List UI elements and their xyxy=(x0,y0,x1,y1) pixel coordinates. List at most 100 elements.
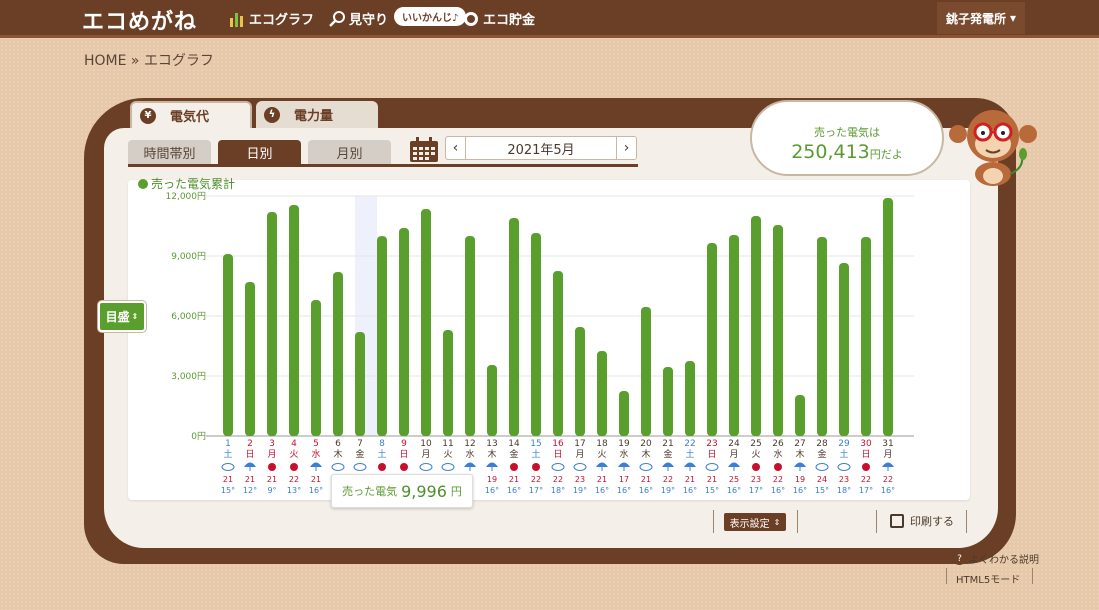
nav-eco-graph-label: エコグラフ xyxy=(249,13,315,28)
chart-bar xyxy=(289,205,299,436)
bubble-suffix: 円だよ xyxy=(869,148,903,161)
x-tick-day: 8 xyxy=(379,439,385,449)
next-month-button[interactable]: › xyxy=(616,137,636,159)
x-tick-weekday: 木 xyxy=(795,448,804,460)
chart-bar xyxy=(421,209,431,436)
umbrella-icon xyxy=(794,462,806,467)
divider xyxy=(1032,568,1033,584)
nav-mimamori-label: 見守り xyxy=(349,13,389,28)
nav-mimamori[interactable]: 見守り xyxy=(328,9,388,28)
cloud-icon xyxy=(419,463,433,471)
x-tick-day: 1 xyxy=(225,439,231,449)
x-tick-day: 2 xyxy=(247,439,253,449)
chart-bar xyxy=(751,216,761,436)
nav-eco-savings-label: エコ貯金 xyxy=(483,13,536,28)
cloud-icon xyxy=(639,463,653,471)
x-tick-day: 25 xyxy=(750,439,761,449)
high-temp: 21 xyxy=(509,475,519,484)
y-tick-label: 3,000円 xyxy=(171,371,206,382)
x-tick-weekday: 土 xyxy=(531,448,540,460)
high-temp: 22 xyxy=(663,475,673,484)
x-tick-day: 6 xyxy=(335,439,341,449)
tooltip-unit: 円 xyxy=(450,485,462,498)
low-temp: 15° xyxy=(221,486,235,495)
high-temp: 19 xyxy=(795,475,805,484)
x-tick-day: 3 xyxy=(269,439,275,449)
chart-bar xyxy=(707,243,717,436)
chart-bar xyxy=(245,282,255,436)
x-tick-weekday: 日 xyxy=(707,449,716,460)
y-tick-label: 6,000円 xyxy=(171,311,206,322)
tab-daily[interactable]: 日別 xyxy=(218,140,301,164)
nav-eco-graph[interactable]: エコグラフ xyxy=(228,9,314,28)
low-temp: 16° xyxy=(595,486,609,495)
x-tick-day: 7 xyxy=(357,439,363,449)
umbrella-icon xyxy=(464,462,476,467)
prev-month-button[interactable]: ‹ xyxy=(446,137,466,159)
x-tick-day: 16 xyxy=(552,439,564,449)
low-temp: 16° xyxy=(683,486,697,495)
high-temp: 21 xyxy=(267,475,277,484)
html5-mode-link[interactable]: HTML5モード xyxy=(956,571,1020,586)
umbrella-icon xyxy=(310,462,322,467)
umbrella-icon xyxy=(618,462,630,467)
low-temp: 12° xyxy=(243,486,257,495)
calendar-icon[interactable] xyxy=(409,137,439,163)
month-selector: ‹ 2021年5月 › xyxy=(445,136,637,160)
station-dropdown[interactable]: 銚子発電所 ▾ xyxy=(937,2,1025,34)
chart-bar xyxy=(531,233,541,436)
chart-bar xyxy=(685,361,695,436)
x-tick-weekday: 日 xyxy=(861,449,870,460)
x-tick-weekday: 火 xyxy=(443,449,452,460)
tab-electricity-cost[interactable]: ¥ 電気代 xyxy=(130,101,252,128)
station-name: 銚子発電所 xyxy=(945,11,1006,26)
sun-icon xyxy=(752,463,760,471)
cloud-icon xyxy=(573,463,587,471)
x-tick-weekday: 水 xyxy=(465,448,474,460)
high-temp: 22 xyxy=(553,475,563,484)
low-temp: 16° xyxy=(485,486,499,495)
nav-eco-savings[interactable]: エコ貯金 xyxy=(462,9,535,28)
high-temp: 21 xyxy=(245,475,255,484)
tab-monthly[interactable]: 月別 xyxy=(308,140,391,164)
breadcrumb[interactable]: HOME » エコグラフ xyxy=(84,50,214,70)
high-temp: 21 xyxy=(223,475,233,484)
high-temp: 23 xyxy=(839,475,849,484)
print-button[interactable]: 印刷する xyxy=(890,513,954,529)
x-tick-weekday: 土 xyxy=(223,448,232,460)
scale-toggle-button[interactable]: 目盛 ⇕ xyxy=(98,301,146,332)
cloud-icon xyxy=(815,463,829,471)
chart-bar xyxy=(839,263,849,436)
tab-hourly[interactable]: 時間帯別 xyxy=(128,140,211,164)
x-tick-weekday: 水 xyxy=(619,448,628,460)
app-logo[interactable]: エコめがね xyxy=(82,4,197,36)
x-tick-weekday: 月 xyxy=(729,449,738,460)
help-link[interactable]: ? よくわかる説明 xyxy=(953,551,1039,566)
high-temp: 25 xyxy=(729,475,739,484)
tab-electricity-amount[interactable]: ϟ 電力量 xyxy=(256,101,378,128)
display-settings-button[interactable]: 表示設定 ⇕ xyxy=(724,513,786,531)
umbrella-icon xyxy=(662,462,674,467)
y-tick-label: 0円 xyxy=(191,431,206,442)
status-badge: いいかんじ♪ xyxy=(394,7,467,26)
high-temp: 17 xyxy=(619,475,629,484)
low-temp: 16° xyxy=(793,486,807,495)
chart-bar xyxy=(773,225,783,436)
sun-icon xyxy=(532,463,540,471)
x-tick-day: 28 xyxy=(816,439,828,449)
x-tick-day: 31 xyxy=(882,439,893,449)
chart-bar xyxy=(267,212,277,436)
x-tick-weekday: 月 xyxy=(267,449,276,460)
chart-bar xyxy=(641,307,651,436)
x-tick-day: 27 xyxy=(794,439,805,449)
high-temp: 19 xyxy=(487,475,497,484)
high-temp: 23 xyxy=(751,475,761,484)
cloud-icon xyxy=(551,463,565,471)
x-tick-day: 23 xyxy=(706,439,717,449)
umbrella-icon xyxy=(596,462,608,467)
x-tick-day: 19 xyxy=(618,439,630,449)
low-temp: 17° xyxy=(749,486,763,495)
chart-bar xyxy=(795,395,805,436)
chart-bar xyxy=(861,237,871,436)
x-tick-weekday: 日 xyxy=(399,449,408,460)
